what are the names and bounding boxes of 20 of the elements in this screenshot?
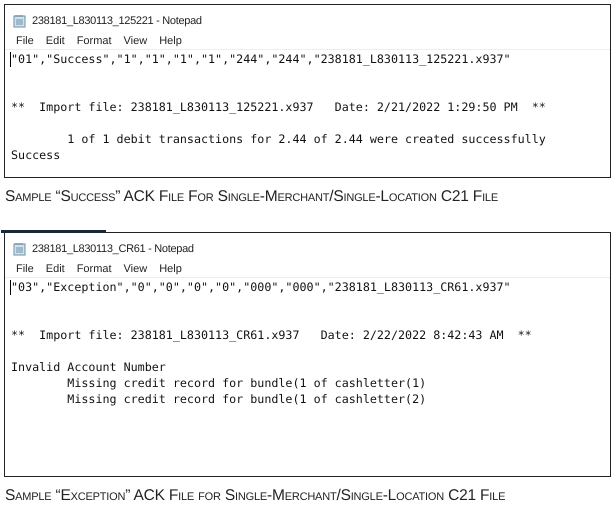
menu-item[interactable]: Edit	[40, 263, 70, 276]
menu-item[interactable]: Help	[154, 263, 187, 276]
menu-item[interactable]: View	[118, 263, 152, 276]
notepad-icon	[13, 242, 26, 256]
text-cursor	[10, 280, 11, 296]
menu-item[interactable]: File	[11, 35, 39, 47]
window-title: 238181_L830113_CR61 - Notepad	[32, 243, 194, 256]
figure-caption: Sample “Success” ACK File For Single-Merchant/Single-Location C21 File	[4, 186, 499, 207]
notepad-icon	[13, 14, 26, 28]
menu-item[interactable]: Edit	[40, 35, 70, 47]
window-title: 238181_L830113_125221 - Notepad	[32, 15, 202, 27]
menu-item[interactable]: File	[11, 263, 39, 276]
menu-item[interactable]: View	[118, 35, 152, 47]
file-content: "03","Exception","0","0","0","0","000","000","238181_L830113_CR61.x937" ** Import file: 238181_L830113_CR61.x937 Date: 2/22/2022 8:42:43 AM ** Invalid Account Number Missing credit record for bundle(1 of cashletter(1) Missing credit record for bundle(1 of cashletter(2)	[11, 279, 532, 408]
menu-item[interactable]: Format	[72, 263, 117, 276]
menu-item[interactable]: Help	[154, 35, 187, 47]
text-cursor	[10, 52, 11, 67]
figure-caption: Sample “Exception” ACK File for Single-Merchant/Single-Location C21 File	[4, 486, 506, 506]
menu-item[interactable]: Format	[72, 35, 117, 47]
file-content: "01","Success","1","1","1","1","244","244","238181_L830113_125221.x937" ** Import file: 238181_L830113_125221.x937 Date: 2/21/2022 1:29:50 PM ** 1 of 1 debit transactions for 2.44 of 2.44 were created successfully Success	[11, 51, 546, 163]
